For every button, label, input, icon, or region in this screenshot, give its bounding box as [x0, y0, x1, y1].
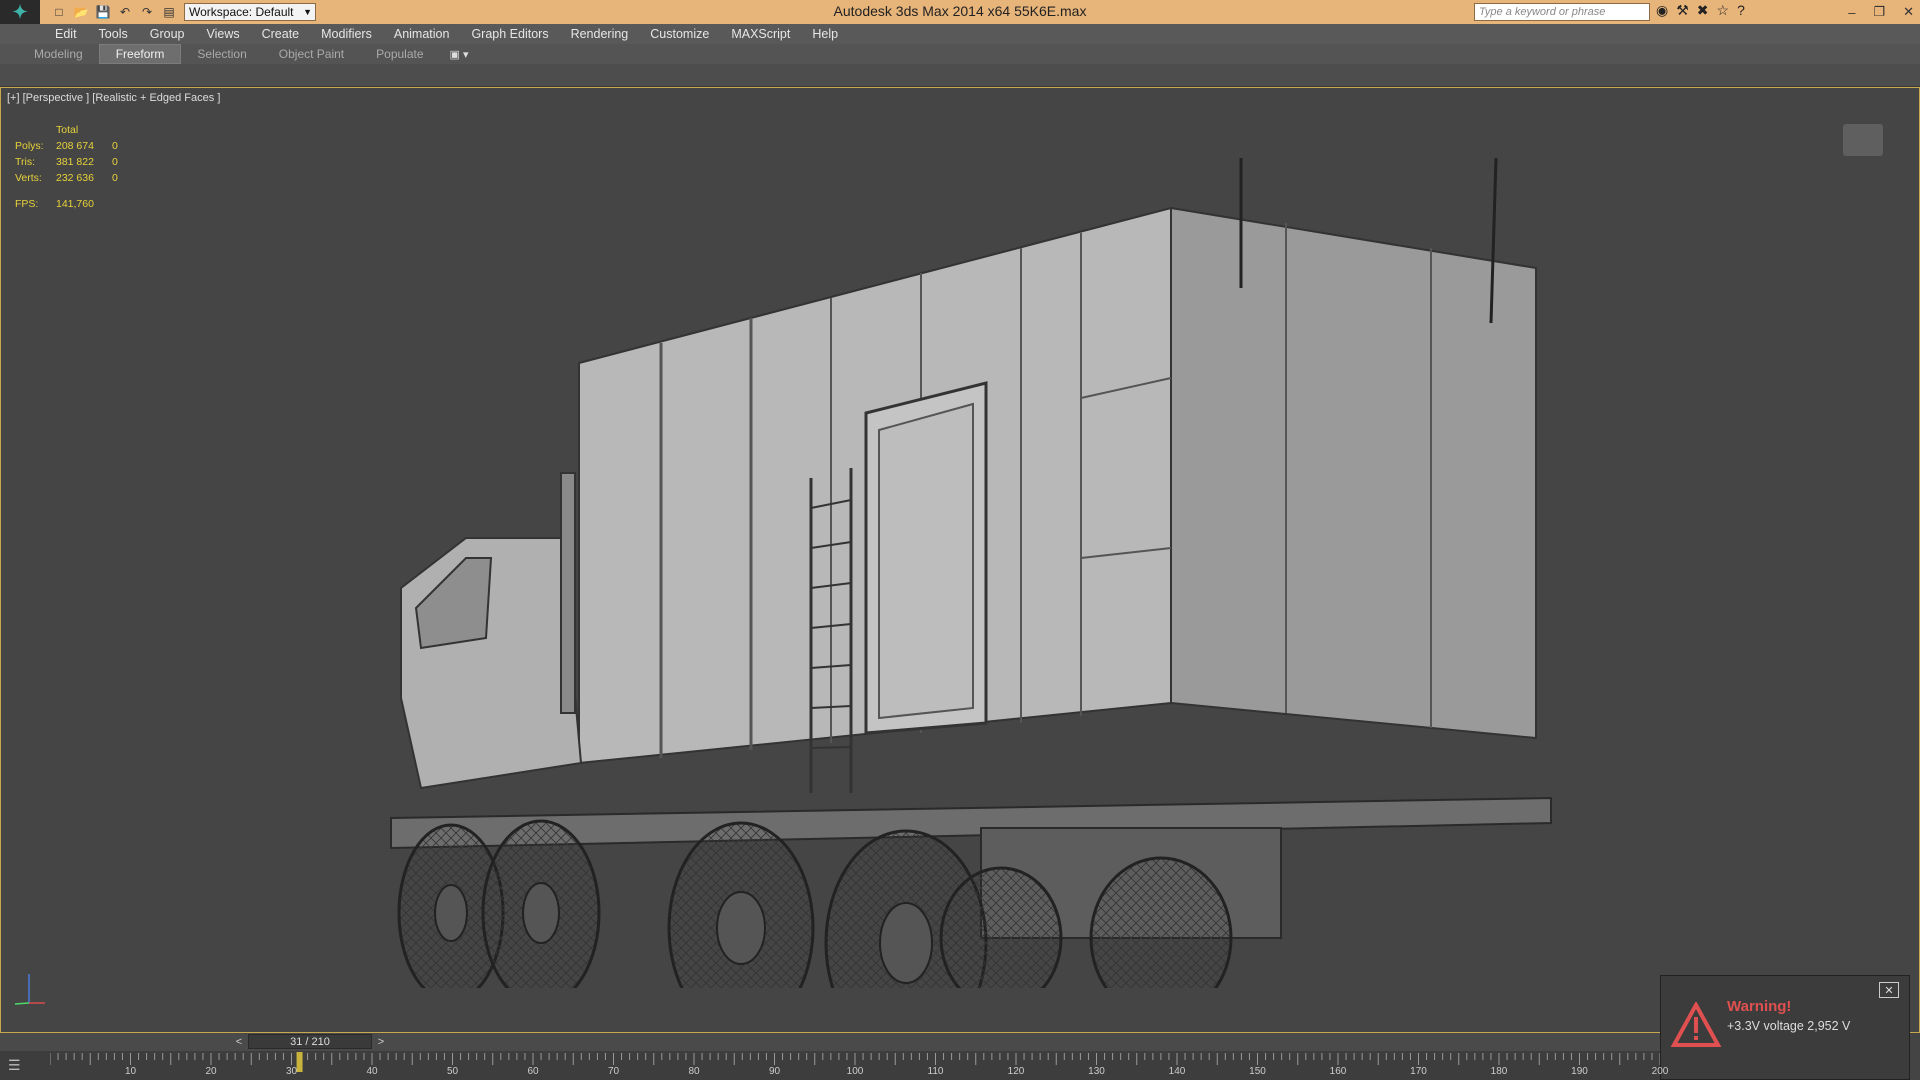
viewport-label[interactable]: [+] [Perspective ] [Realistic + Edged Fa…	[7, 92, 220, 104]
warning-title: Warning!	[1727, 998, 1792, 1015]
menu-group[interactable]: Group	[139, 27, 196, 41]
tab-modeling[interactable]: Modeling	[18, 45, 99, 63]
stats-row: Polys: 208 674 0	[15, 138, 118, 154]
menu-tools[interactable]: Tools	[88, 27, 139, 41]
stats-header: Total	[56, 124, 79, 136]
ruler-tick-label: 150	[1249, 1066, 1266, 1077]
stats-key: Polys:	[15, 140, 44, 152]
menu-animation[interactable]: Animation	[383, 27, 461, 41]
viewport-statistics: Total Polys: 208 674 0 Tris: 381 822 0 Verts…	[15, 122, 118, 212]
ruler-tick-label: 140	[1168, 1066, 1186, 1077]
undo-icon[interactable]: ↶	[116, 3, 134, 21]
fps-value: 141,760	[56, 198, 94, 210]
warning-message: +3.3V voltage 2,952 V	[1727, 1019, 1851, 1033]
ruler-tick-label: 180	[1490, 1066, 1508, 1077]
ruler-tick-label: 30	[285, 1066, 298, 1077]
ribbon-panel	[0, 64, 1920, 87]
chevron-down-icon: ▼	[303, 7, 312, 17]
ruler-tick-label: 80	[688, 1066, 700, 1077]
ruler-tick-label: 110	[927, 1066, 944, 1077]
title-bar: ✦ □ 📂 💾 ↶ ↷ ▤ Workspace: Default ▼ Autod…	[0, 0, 1920, 24]
ruler-tick-label: 90	[768, 1066, 781, 1077]
menu-customize[interactable]: Customize	[639, 27, 720, 41]
curve-editor-icon[interactable]: ☰	[8, 1057, 34, 1075]
ribbon-options-icon[interactable]: ▣ ▾	[450, 48, 469, 61]
ruler-tick-label: 40	[366, 1066, 378, 1077]
tab-freeform[interactable]: Freeform	[98, 44, 182, 64]
open-file-icon[interactable]: 📂	[72, 3, 90, 21]
time-slider[interactable]: < 31 / 210 >	[0, 1033, 1660, 1051]
frame-ruler-labels: 10 20 30 40 50 60 70 80 90 100 110 120 130 140 150 160 1…	[50, 1051, 1668, 1080]
stats-value: 232 636	[56, 172, 94, 184]
stats-row: Verts: 232 636 0	[15, 170, 118, 186]
communication-icon[interactable]: ✖	[1697, 2, 1709, 19]
workspace-label: Workspace: Default	[189, 5, 294, 19]
tab-selection[interactable]: Selection	[181, 45, 262, 63]
quick-access-toolbar: □ 📂 💾 ↶ ↷ ▤	[50, 3, 178, 21]
stats-key: Tris:	[15, 156, 36, 168]
ruler-tick-label: 200	[1651, 1066, 1669, 1077]
ruler-tick-label: 50	[446, 1066, 459, 1077]
menu-bar: Edit Tools Group Views Create Modifiers …	[0, 24, 1920, 44]
fps-label: FPS:	[15, 198, 39, 210]
tab-object-paint[interactable]: Object Paint	[263, 45, 360, 63]
menu-maxscript[interactable]: MAXScript	[720, 27, 801, 41]
infocenter-toolbar: ◉ ⚒ ✖ ☆ ?	[1656, 2, 1745, 19]
app-menu-button[interactable]: ✦	[0, 0, 40, 24]
warning-triangle-icon	[1671, 1002, 1721, 1047]
ruler-tick-label: 70	[607, 1066, 620, 1077]
stats-selected: 0	[112, 156, 118, 168]
ruler-tick-label: 10	[124, 1066, 137, 1077]
menu-help[interactable]: Help	[801, 27, 849, 41]
ruler-tick-label: 60	[527, 1066, 539, 1077]
new-file-icon[interactable]: □	[50, 3, 68, 21]
stats-value: 208 674	[56, 140, 94, 152]
restore-icon[interactable]: ❐	[1873, 4, 1885, 20]
ruler-tick-label: 100	[846, 1066, 864, 1077]
stats-value: 381 822	[56, 156, 94, 168]
world-axis-tripod-icon	[14, 974, 45, 1005]
save-icon[interactable]: 💾	[94, 3, 112, 21]
track-bar[interactable]: ☰ 10 20 30 40 50 60 70 80 90 100 110 120 130 140 150 16…	[0, 1051, 1668, 1080]
prev-frame-button[interactable]: <	[232, 1035, 246, 1049]
truck-model[interactable]	[381, 138, 1561, 988]
workspace-dropdown[interactable]: Workspace: Default ▼	[184, 3, 316, 21]
ribbon-tabs: Modeling Freeform Selection Object Paint…	[0, 44, 1920, 64]
perspective-viewport[interactable]: [+] [Perspective ] [Realistic + Edged Fa…	[0, 87, 1920, 1033]
minimize-icon[interactable]: –	[1848, 5, 1855, 20]
stats-selected: 0	[112, 172, 118, 184]
window-controls: – ❐ ✕	[1848, 0, 1914, 24]
viewcube-icon[interactable]	[1843, 124, 1883, 156]
tools-icon[interactable]: ⚒	[1676, 2, 1689, 19]
ruler-tick-label: 120	[1007, 1066, 1025, 1077]
project-folder-icon[interactable]: ▤	[160, 3, 178, 21]
menu-graph-editors[interactable]: Graph Editors	[460, 27, 559, 41]
ruler-tick-label: 20	[205, 1066, 217, 1077]
menu-views[interactable]: Views	[195, 27, 250, 41]
next-frame-button[interactable]: >	[374, 1035, 388, 1049]
ruler-tick-label: 130	[1088, 1066, 1105, 1077]
menu-edit[interactable]: Edit	[44, 27, 88, 41]
ruler-tick-label: 160	[1329, 1066, 1347, 1077]
star-icon[interactable]: ☆	[1717, 2, 1730, 19]
menu-rendering[interactable]: Rendering	[560, 27, 640, 41]
menu-create[interactable]: Create	[251, 27, 311, 41]
tab-populate[interactable]: Populate	[360, 45, 439, 63]
stats-row: Tris: 381 822 0	[15, 154, 118, 170]
help-icon[interactable]: ?	[1737, 2, 1745, 19]
close-icon[interactable]: ✕	[1879, 982, 1899, 998]
stats-key: Verts:	[15, 172, 42, 184]
redo-icon[interactable]: ↷	[138, 3, 156, 21]
close-icon[interactable]: ✕	[1903, 4, 1914, 20]
search-input[interactable]: Type a keyword or phrase	[1474, 3, 1650, 21]
ruler-tick-label: 170	[1410, 1066, 1427, 1077]
menu-modifiers[interactable]: Modifiers	[310, 27, 383, 41]
time-slider-thumb[interactable]: 31 / 210	[248, 1034, 372, 1049]
binoculars-icon[interactable]: ◉	[1656, 2, 1668, 19]
warning-notification: ✕ Warning! +3.3V voltage 2,952 V	[1660, 975, 1910, 1080]
stats-selected: 0	[112, 140, 118, 152]
3dsmax-logo-icon: ✦	[12, 1, 28, 22]
ruler-tick-label: 190	[1571, 1066, 1588, 1077]
